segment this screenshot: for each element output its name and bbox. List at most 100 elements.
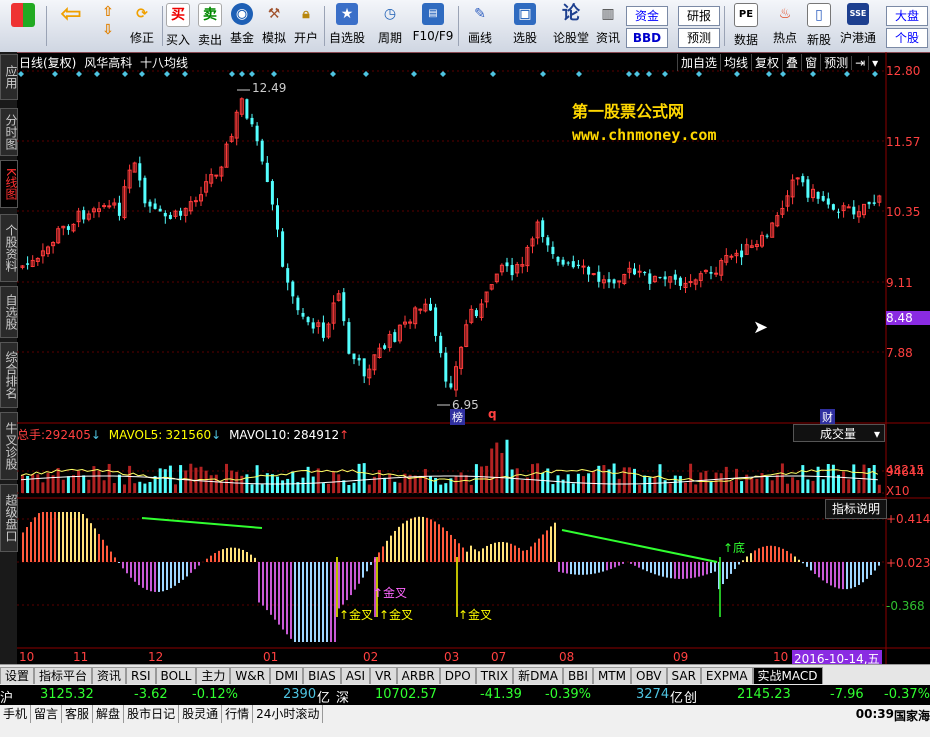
sz-index-value: 10702.57 (375, 687, 438, 702)
sidebar-tab-diagnosis[interactable]: 牛叉诊股 (0, 412, 18, 480)
main-toolbar: ⇦ ⇧ ⇩ ⟳ 修正 买 买入 卖 卖出 ◉ 基金 ⚒ 模拟 🔒︎ 开户 ★ 自… (0, 0, 930, 53)
discuss-hall-button[interactable]: 论 论股堂 (550, 3, 592, 49)
status-diary[interactable]: 股市日记 (124, 705, 180, 723)
period-button[interactable]: ◷ 周期 (372, 3, 408, 49)
status-provider: 国家海 (893, 709, 930, 723)
tab-dpo[interactable]: DPO (439, 667, 476, 684)
watermark-url: www.chnmoney.com (572, 126, 717, 144)
collapse-panel-icon[interactable]: ⇥ (851, 56, 868, 70)
up-down-button[interactable]: ⇧ ⇩ (96, 3, 120, 49)
status-scroll-news[interactable]: 24小时滚动 (253, 705, 324, 723)
restore-rights-button[interactable]: 复权 (751, 54, 782, 71)
forecast-button[interactable]: 预测 (820, 54, 851, 71)
stock-screen-button[interactable]: ▣ 选股 (506, 3, 544, 49)
tab-expma[interactable]: EXPMA (700, 667, 753, 684)
indicator-help-button[interactable]: 指标说明 (825, 499, 887, 519)
status-quotes[interactable]: 行情 (222, 705, 254, 723)
windows-logo-button[interactable] (8, 3, 38, 49)
sidebar-tab-kline[interactable]: K线图 (0, 160, 18, 208)
time-axis-label: 07 (491, 650, 507, 664)
watchlist-button[interactable]: ★ 自选股 (328, 3, 366, 49)
ma-indicator-label[interactable]: 十八均线 (140, 56, 188, 70)
status-message[interactable]: 留言 (31, 705, 63, 723)
add-watchlist-button[interactable]: 加自选 (677, 54, 720, 71)
sidebar-tab-order-book[interactable]: 超级盘口 (0, 484, 18, 552)
sidebar-tab-ranking[interactable]: 综合排名 (0, 342, 18, 408)
tab-vr[interactable]: VR (370, 667, 397, 684)
hot-button[interactable]: ♨ 热点 (770, 3, 800, 49)
tab-obv[interactable]: OBV (631, 667, 667, 684)
tab-new-dma[interactable]: 新DMA (513, 667, 563, 684)
market-box[interactable]: 大盘 (886, 6, 928, 26)
status-stock-spirit[interactable]: 股灵通 (179, 705, 223, 723)
volume-indicator-select[interactable]: 成交量 ▾ (793, 424, 885, 442)
sh-market-label: 沪 (0, 691, 14, 706)
sidebar-tab-watchlist[interactable]: 自选股 (0, 286, 18, 338)
sh-hk-connect-button[interactable]: SSE 沪港通 (838, 3, 878, 49)
tab-bbi[interactable]: BBI (562, 667, 593, 684)
finance-marker[interactable]: 财 (820, 409, 835, 425)
back-arrow-icon: ⇦ (60, 0, 82, 29)
single-stock-box[interactable]: 个股 (886, 28, 928, 48)
tab-trix[interactable]: TRIX (475, 667, 514, 684)
simulate-button[interactable]: ⚒ 模拟 (260, 3, 288, 49)
tab-rsi[interactable]: RSI (126, 667, 156, 684)
data-button[interactable]: PE 数据 (728, 3, 764, 49)
period-label: 周期 (377, 31, 402, 45)
new-stock-button[interactable]: ▯ 新股 (804, 3, 834, 49)
tab-mtm[interactable]: MTM (592, 667, 631, 684)
tab-wr[interactable]: W&R (230, 667, 270, 684)
sell-button[interactable]: 卖 卖出 (196, 3, 224, 49)
macd-axis-label: +0.414 (886, 512, 930, 526)
buy-button[interactable]: 买 买入 (164, 3, 192, 49)
tab-news[interactable]: 资讯 (92, 667, 127, 684)
ma-button[interactable]: 均线 (720, 54, 751, 71)
status-service[interactable]: 客服 (62, 705, 94, 723)
back-button[interactable]: ⇦ (52, 0, 90, 49)
status-analysis[interactable]: 解盘 (93, 705, 125, 723)
fund-label: 基金 (229, 31, 254, 45)
sh-hk-connect-label: 沪港通 (839, 31, 876, 45)
window-button[interactable]: 窗 (801, 54, 820, 71)
f10-button[interactable]: ▤ F10/F9 (412, 3, 454, 49)
tab-dmi[interactable]: DMI (269, 667, 304, 684)
tab-main-force[interactable]: 主力 (196, 667, 231, 684)
up-arrow-icon: ↑ (339, 428, 350, 442)
time-axis-label: 01 (263, 650, 279, 664)
tab-indicator-platform[interactable]: 指标平台 (34, 667, 93, 684)
draw-line-button[interactable]: ✎ 画线 (462, 3, 498, 49)
cy-market-label: 创 (684, 691, 698, 706)
bbd-box[interactable]: BBD (626, 28, 668, 48)
chart-canvas[interactable] (17, 52, 930, 664)
status-mobile[interactable]: 手机 (0, 705, 32, 723)
sidebar-tab-apps[interactable]: 应用 (0, 54, 18, 100)
research-report-box[interactable]: 研报 (678, 6, 720, 26)
rank-marker[interactable]: 榜 (450, 409, 465, 425)
open-account-button[interactable]: 🔒︎ 开户 (292, 3, 320, 49)
period-label[interactable]: 日线(复权) (19, 56, 76, 70)
news-button[interactable]: ▥ 资讯 (594, 3, 622, 49)
golden-cross-signal: ↑金叉 (379, 608, 414, 622)
tab-asi[interactable]: ASI (340, 667, 371, 684)
simulate-label: 模拟 (261, 31, 286, 45)
tab-boll[interactable]: BOLL (155, 667, 197, 684)
sh-change-value: -3.62 (134, 687, 168, 702)
current-price-badge: 8.48 (886, 311, 930, 325)
sell-icon: 卖 (198, 3, 222, 27)
q-marker[interactable]: q (488, 407, 497, 421)
tab-sar[interactable]: SAR (666, 667, 701, 684)
tab-settings[interactable]: 设置 (0, 667, 35, 684)
refresh-button[interactable]: ⟳ 修正 (126, 3, 158, 49)
forecast-box[interactable]: 预测 (678, 28, 720, 48)
tab-bias[interactable]: BIAS (303, 667, 341, 684)
overlay-button[interactable]: 叠 (782, 54, 801, 71)
tab-arbr[interactable]: ARBR (396, 667, 440, 684)
sidebar-tab-intraday[interactable]: 分时图 (0, 108, 18, 156)
market-ticker: 沪 3125.32 -3.62 -0.12% 2390 亿 深 10702.57… (0, 685, 930, 706)
dropdown-arrow-icon[interactable]: ▾ (868, 56, 881, 70)
fund-button[interactable]: ◉ 基金 (228, 3, 256, 49)
sidebar-tab-profile[interactable]: 个股资料 (0, 214, 18, 282)
fund-flow-box[interactable]: 资金 (626, 6, 668, 26)
data-label: 数据 (733, 33, 758, 47)
tab-practical-macd[interactable]: 实战MACD (752, 667, 823, 684)
